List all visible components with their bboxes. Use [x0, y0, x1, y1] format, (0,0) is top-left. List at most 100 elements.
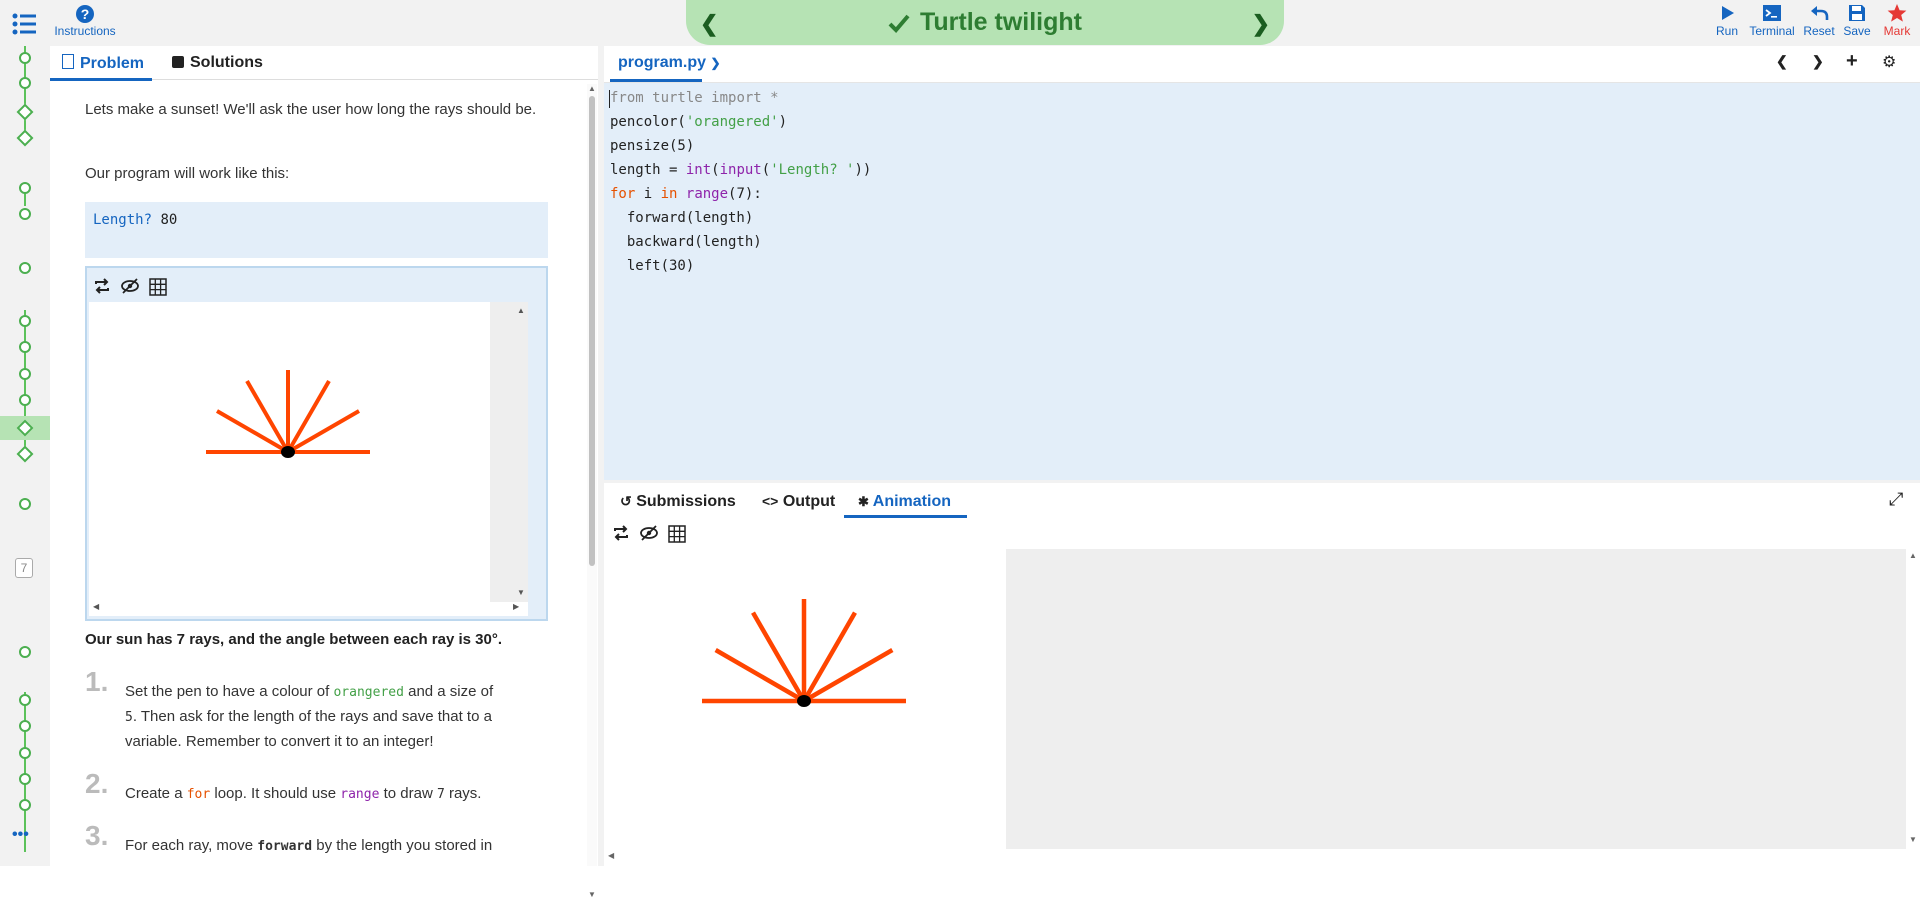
tab-submissions[interactable]: ↺ Submissions	[620, 493, 736, 511]
scroll-left-icon[interactable]: ◀	[608, 851, 614, 860]
more-exercises-icon[interactable]: •••	[12, 826, 29, 844]
exercise-node[interactable]	[19, 208, 31, 220]
menu-list-icon[interactable]	[12, 13, 36, 40]
undo-icon	[1811, 6, 1829, 20]
step-1-text: Set the pen to have a colour of orangere…	[125, 683, 494, 750]
tab-output[interactable]: <> Output	[762, 493, 835, 511]
example-scrollbar-horizontal[interactable]: ◀ ▶	[89, 602, 528, 616]
exercise-node[interactable]	[19, 315, 31, 327]
grid-icon[interactable]	[149, 278, 167, 301]
exercise-node[interactable]	[19, 773, 31, 785]
scroll-down-icon[interactable]: ▼	[588, 890, 596, 899]
code-line: backward(length)	[610, 234, 762, 250]
repeat-icon[interactable]	[612, 525, 630, 546]
run-label: Run	[1715, 24, 1738, 38]
animation-scrollbar-horizontal[interactable]: ◀	[604, 849, 1920, 863]
intro-text: Lets make a sunset! We'll ask the user h…	[85, 101, 537, 118]
code-icon: <>	[762, 493, 779, 509]
file-tab-label: program.py	[618, 54, 707, 71]
problem-scrollbar[interactable]: ▲ ▼	[587, 84, 597, 899]
exercise-node[interactable]	[19, 799, 31, 811]
animation-canvas	[604, 549, 1006, 849]
text-cursor	[609, 90, 610, 108]
problem-scroll-thumb[interactable]	[589, 96, 595, 566]
hide-turtle-icon[interactable]	[640, 525, 658, 546]
turtle-sprite	[797, 695, 811, 707]
step-2-text: Create a for loop. It should use range t…	[125, 785, 482, 802]
puzzle-icon	[172, 56, 184, 68]
expand-icon[interactable]: ⤢	[1889, 489, 1903, 510]
reset-button[interactable]: Reset	[1802, 4, 1836, 38]
sun-summary-text: Our sun has 7 rays, and the angle betwee…	[85, 631, 502, 648]
star-icon	[1887, 4, 1907, 22]
scroll-up-icon[interactable]: ▲	[1909, 551, 1917, 560]
code-editor-pane: program.py ❯ ❮ ❯ + ⚙ from turtle import …	[604, 46, 1920, 480]
scroll-down-icon[interactable]: ▼	[517, 588, 525, 597]
reset-label: Reset	[1803, 24, 1835, 38]
terminal-button[interactable]: Terminal	[1746, 4, 1798, 38]
tab-solutions[interactable]: Solutions	[172, 54, 263, 72]
code-area[interactable]: from turtle import * pencolor('orangered'…	[604, 83, 1920, 480]
exercise-node[interactable]	[19, 262, 31, 274]
code-line: pensize(5)	[610, 138, 695, 154]
exercise-node[interactable]	[19, 646, 31, 658]
code-line: pencolor('orangered')	[610, 114, 788, 130]
terminal-label: Terminal	[1749, 24, 1795, 38]
repeat-icon[interactable]	[93, 278, 111, 299]
exercise-node[interactable]	[19, 720, 31, 732]
exercise-node[interactable]	[19, 52, 31, 64]
example-value: 80	[160, 212, 178, 228]
code-line: length = int(input('Length? '))	[610, 162, 872, 178]
tab-animation[interactable]: ✱ Animation	[858, 493, 951, 511]
mark-button[interactable]: Mark	[1882, 4, 1912, 38]
gear-icon[interactable]: ⚙	[1882, 52, 1896, 72]
chevron-left-icon[interactable]: ❮	[1776, 53, 1788, 70]
run-button[interactable]: Run	[1712, 4, 1742, 38]
exercise-node[interactable]	[19, 77, 31, 89]
exercise-node[interactable]	[19, 182, 31, 194]
hide-turtle-icon[interactable]	[121, 278, 139, 299]
grid-icon[interactable]	[668, 525, 686, 548]
tab-submissions-label: Submissions	[636, 493, 736, 510]
active-tab-underline	[844, 515, 967, 518]
turtle-icon: ✱	[858, 494, 869, 509]
example-prompt: Length?	[93, 212, 161, 228]
problem-pane: Problem Solutions Lets make a sunset! We…	[50, 46, 598, 899]
file-tab-program-py[interactable]: program.py ❯	[618, 54, 721, 72]
scroll-left-icon[interactable]: ◀	[93, 602, 99, 611]
exercise-node[interactable]	[19, 694, 31, 706]
exercise-node[interactable]	[19, 394, 31, 406]
code-line: from turtle import *	[610, 90, 779, 106]
exercise-node[interactable]	[16, 445, 34, 463]
tab-problem[interactable]: Problem	[62, 54, 144, 73]
tab-problem-label: Problem	[80, 55, 145, 72]
exercise-number-badge[interactable]: 7	[15, 558, 33, 578]
editor-tab-bar: program.py ❯ ❮ ❯ + ⚙	[604, 46, 1920, 83]
instructions-button[interactable]: ? Instructions	[52, 4, 118, 38]
tab-solutions-label: Solutions	[190, 54, 263, 71]
scroll-up-icon[interactable]: ▲	[588, 84, 596, 93]
exercise-node[interactable]	[16, 129, 34, 147]
instructions-label: Instructions	[54, 24, 116, 38]
scroll-right-icon[interactable]: ▶	[513, 602, 519, 611]
chevron-right-icon[interactable]: ❯	[1812, 53, 1824, 70]
example-animation-panel: ▲ ▼ ◀ ▶	[85, 266, 548, 621]
exercise-node[interactable]	[19, 498, 31, 510]
example-canvas	[89, 302, 490, 602]
exercise-node[interactable]	[19, 341, 31, 353]
save-label: Save	[1843, 24, 1871, 38]
add-file-icon[interactable]: +	[1846, 50, 1858, 73]
animation-scrollbar-vertical[interactable]: ▲ ▼	[1906, 549, 1920, 849]
save-button[interactable]: Save	[1842, 4, 1872, 38]
exercise-node[interactable]	[16, 103, 34, 121]
exercise-node[interactable]	[19, 368, 31, 380]
active-tab-underline	[50, 78, 152, 81]
document-icon	[62, 54, 74, 69]
scroll-up-icon[interactable]: ▲	[517, 306, 525, 315]
exercise-node[interactable]	[19, 747, 31, 759]
next-exercise-icon[interactable]: ❯	[1252, 11, 1270, 37]
prev-exercise-icon[interactable]: ❮	[700, 11, 718, 37]
example-scrollbar-vertical[interactable]: ▲ ▼	[490, 302, 528, 602]
history-icon: ↺	[620, 493, 632, 509]
scroll-down-icon[interactable]: ▼	[1909, 835, 1917, 844]
